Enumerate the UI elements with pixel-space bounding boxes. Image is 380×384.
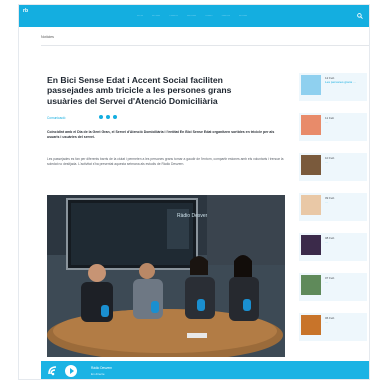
- share-buttons: [99, 115, 117, 119]
- breadcrumb[interactable]: Notícies: [41, 35, 54, 39]
- news-title[interactable]: ...: [325, 240, 367, 245]
- player-status: En directe: [91, 372, 105, 376]
- nav-item[interactable]: ·······: [239, 14, 247, 18]
- studio-sign: Ràdio Desvern: [177, 213, 210, 219]
- news-thumbnail: [301, 75, 321, 95]
- site-logo[interactable]: rb: [23, 9, 37, 23]
- nav-item[interactable]: ·····: [137, 14, 143, 18]
- article-lead: Coincidint amb el Dia de la Gent Gran, e…: [47, 130, 275, 139]
- nav-item[interactable]: ·······: [169, 14, 177, 18]
- news-thumbnail: [301, 235, 321, 255]
- news-thumbnail: [301, 315, 321, 335]
- article-body: Les passejades es fan per diferents barr…: [47, 157, 284, 167]
- nav-item[interactable]: ·······: [222, 14, 230, 18]
- radio-player-bar: Ràdio Desvern En directe: [41, 361, 369, 379]
- browser-page: rb ····· ······· ······· ········ ······…: [18, 4, 370, 380]
- news-thumbnail: [301, 115, 321, 135]
- news-title[interactable]: ...: [325, 320, 367, 325]
- news-thumbnail: [301, 155, 321, 175]
- article-byline[interactable]: Comunicació: [47, 116, 65, 120]
- nav-item[interactable]: ·······: [152, 14, 160, 18]
- article-photo: Ràdio Desvern: [47, 195, 285, 357]
- share-icon[interactable]: [113, 115, 117, 119]
- related-news-item[interactable]: 09 Feb ...: [299, 193, 367, 221]
- news-title[interactable]: ...: [325, 160, 367, 165]
- news-thumbnail: [301, 275, 321, 295]
- related-news-item[interactable]: 10 Feb ...: [299, 153, 367, 181]
- news-title[interactable]: ...: [325, 120, 367, 125]
- related-news-item[interactable]: 08 Feb ...: [299, 233, 367, 261]
- divider: [41, 45, 369, 46]
- news-title[interactable]: ...: [325, 200, 367, 205]
- news-thumbnail: [301, 195, 321, 215]
- related-news-item[interactable]: 12 Feb Les persones grans ...: [299, 73, 367, 101]
- related-news-item[interactable]: 06 Feb ...: [299, 313, 367, 341]
- main-nav: ····· ······· ······· ········ ······ ··…: [137, 14, 247, 18]
- nav-item[interactable]: ········: [187, 14, 197, 18]
- related-news-item[interactable]: 07 Feb ...: [299, 273, 367, 301]
- share-icon[interactable]: [99, 115, 103, 119]
- share-icon[interactable]: [106, 115, 110, 119]
- news-title[interactable]: Les persones grans ...: [325, 80, 367, 85]
- search-icon[interactable]: [357, 13, 363, 19]
- play-button[interactable]: [65, 365, 77, 377]
- article-headline: En Bici Sense Edat i Accent Social facil…: [47, 75, 232, 106]
- player-station-title: Ràdio Desvern: [91, 366, 113, 370]
- news-title[interactable]: ...: [325, 280, 367, 285]
- top-navigation-bar: rb ····· ······· ······· ········ ······…: [19, 5, 369, 27]
- logo-icon[interactable]: [47, 365, 59, 377]
- nav-item[interactable]: ······: [205, 14, 212, 18]
- related-news-item[interactable]: 11 Feb ...: [299, 113, 367, 141]
